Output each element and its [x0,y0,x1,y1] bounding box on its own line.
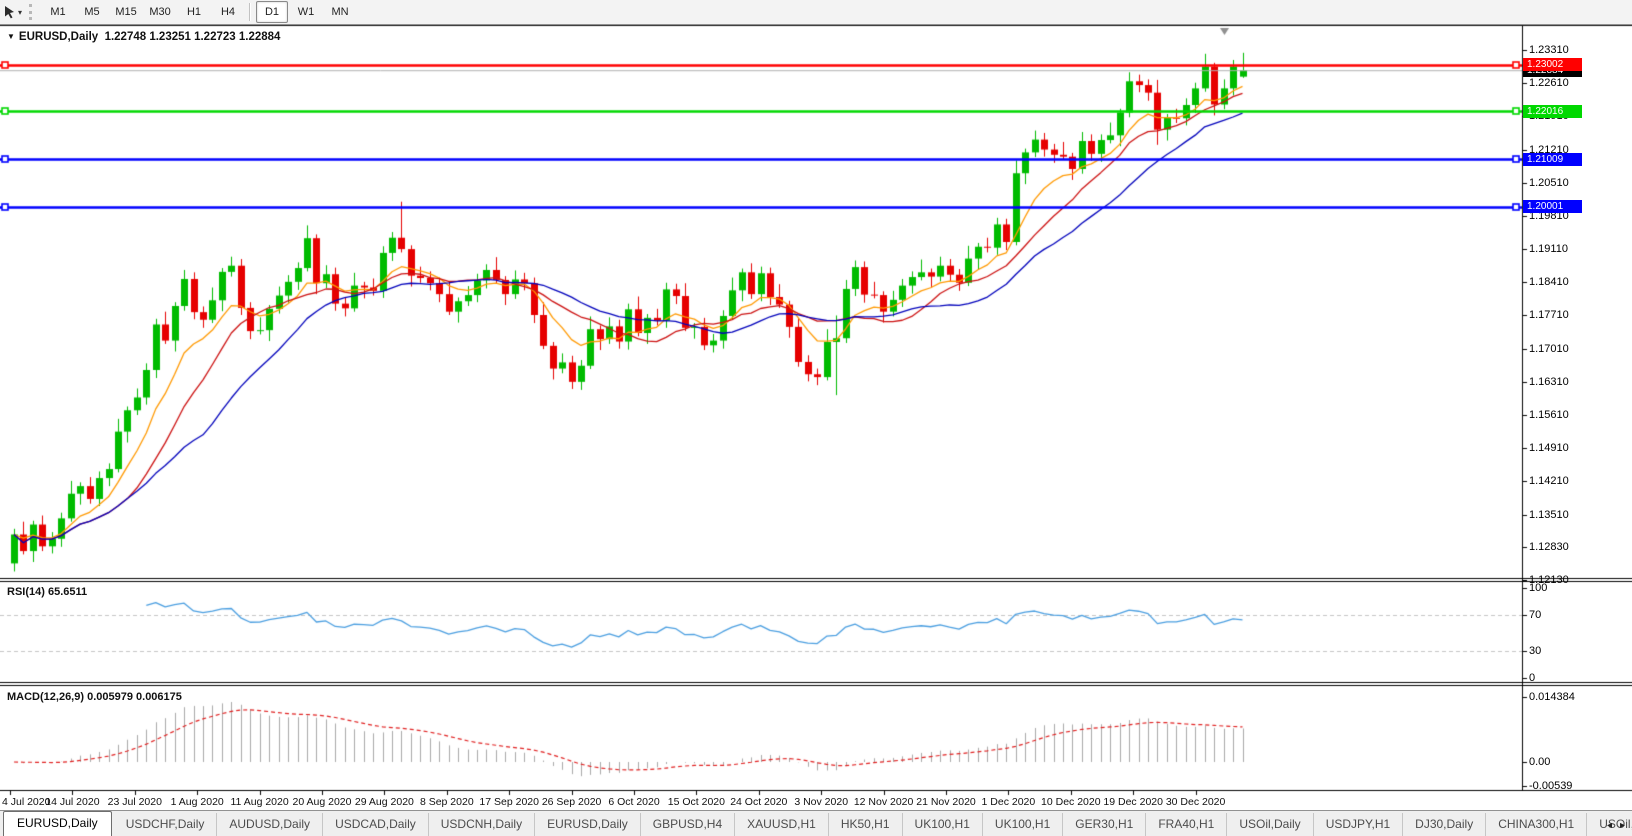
timeframe-button-m30[interactable]: M30 [144,1,176,23]
date-axis-label: 1 Aug 2020 [171,796,224,808]
date-axis-label: 30 Dec 2020 [1166,796,1226,808]
date-axis-label: 11 Aug 2020 [230,796,288,808]
chart-canvas[interactable] [0,0,1632,836]
price-axis-label: 1.19110 [1529,244,1568,255]
date-axis: 4 Jul 202014 Jul 2020 23 Jul 2020 1 Aug 20… [0,791,1522,810]
date-axis-label: 6 Oct 2020 [608,796,659,808]
chart-tab-audusd-daily[interactable]: AUDUSD,Daily [217,813,323,836]
hline-price-badge: 1.23002 [1523,58,1582,71]
chart-tab-china300-h1[interactable]: CHINA300,H1 [1486,813,1587,836]
chart-tab-eurusd-daily[interactable]: EURUSD,Daily [3,811,112,836]
date-axis-label: 8 Sep 2020 [420,796,474,808]
date-axis-label: 26 Sep 2020 [542,796,602,808]
date-axis-label: 4 Jul 2020 [2,796,50,808]
timeframe-buttons: M1M5M15M30H1H4 D1W1MN [41,1,357,23]
date-axis-label: 19 Dec 2020 [1103,796,1163,808]
chart-tab-usdcad-daily[interactable]: USDCAD,Daily [323,813,429,836]
chart-tab-usdjpy-h1[interactable]: USDJPY,H1 [1314,813,1403,836]
chart-title: ▼ EURUSD,Daily 1.22748 1.23251 1.22723 1.… [7,31,280,43]
chart-tab-fra40-h1[interactable]: FRA40,H1 [1146,813,1227,836]
timeframe-button-mn[interactable]: MN [324,1,356,23]
cursor-tool-button[interactable]: ▾ [0,0,25,24]
date-axis-label: 23 Jul 2020 [108,796,162,808]
date-axis-label: 21 Nov 2020 [916,796,976,808]
price-axis-label: 1.17010 [1529,344,1569,355]
chart-tab-usdcnh-daily[interactable]: USDCNH,Daily [429,813,535,836]
rsi-label: RSI(14) 65.6511 [7,586,87,598]
price-axis-label: 1.23310 [1529,45,1569,56]
timeframe-button-m1[interactable]: M1 [42,1,74,23]
tab-scroll-nav: ◂▸ [1603,820,1629,831]
chart-tab-uk100-h1[interactable]: UK100,H1 [983,813,1063,836]
price-axis-label: 1.14210 [1529,476,1569,487]
macd-axis-label: 0.00 [1529,757,1550,768]
toolbar-separator [249,3,251,21]
date-axis-label: 1 Dec 2020 [982,796,1036,808]
rsi-axis-label: 30 [1529,646,1541,657]
chart-tab-bar: EURUSD,DailyUSDCHF,DailyAUDUSD,DailyUSDC… [0,810,1632,836]
price-axis-label: 1.15610 [1529,410,1569,421]
price-axis-label: 1.20510 [1529,178,1569,189]
timeframe-toolbar: ▾ M1M5M15M30H1H4 D1W1MN [0,0,1632,25]
date-axis-label: 20 Aug 2020 [293,796,352,808]
price-axis-label: 1.18410 [1529,277,1569,288]
chart-tab-hk50-h1[interactable]: HK50,H1 [829,813,903,836]
timeframe-button-w1[interactable]: W1 [290,1,322,23]
chart-tab-eurusd-daily[interactable]: EURUSD,Daily [535,813,641,836]
mt4-window: ▾ M1M5M15M30H1H4 D1W1MN ▼ EURUSD,Daily 1.2… [0,0,1632,836]
cursor-icon [3,5,16,19]
chart-title-symbol: EURUSD,Daily [19,31,98,43]
chart-tab-uk100-h1[interactable]: UK100,H1 [903,813,983,836]
chart-tab-gbpusd-h4[interactable]: GBPUSD,H4 [641,813,735,836]
date-axis-label: 3 Nov 2020 [794,796,848,808]
rsi-axis-label: 70 [1529,610,1541,621]
tab-scroll-left-icon[interactable]: ◂ [1603,820,1616,831]
date-axis-label: 17 Sep 2020 [479,796,539,808]
chart-tab-usoil-daily[interactable]: USOil,Daily [1227,813,1313,836]
price-axis-label: 1.13510 [1529,510,1569,521]
chevron-down-icon: ▾ [18,8,22,17]
timeframe-button-h4[interactable]: H4 [212,1,244,23]
hline-price-badge: 1.20001 [1523,200,1582,213]
timeframe-button-d1[interactable]: D1 [256,1,288,23]
timeframe-button-h1[interactable]: H1 [178,1,210,23]
date-axis-label: 29 Aug 2020 [355,796,414,808]
symbol-dropdown-icon: ▼ [7,32,15,41]
date-axis-label: 10 Dec 2020 [1041,796,1101,808]
price-axis-label: 1.16310 [1529,377,1569,388]
rsi-axis-label: 100 [1529,583,1547,594]
price-axis-label: 1.22610 [1529,78,1569,89]
price-axis-label: 1.12830 [1529,542,1569,553]
chart-tab-ger30-h1[interactable]: GER30,H1 [1063,813,1146,836]
macd-axis-label: 0.014384 [1529,692,1575,703]
timeframe-button-m5[interactable]: M5 [76,1,108,23]
date-axis-label: 14 Jul 2020 [45,796,99,808]
chart-tab-dj30-daily[interactable]: DJ30,Daily [1403,813,1486,836]
chart-title-ohlc: 1.22748 1.23251 1.22723 1.22884 [105,31,281,43]
date-axis-label: 12 Nov 2020 [854,796,914,808]
toolbar-grip[interactable] [29,4,35,20]
tab-scroll-right-icon[interactable]: ▸ [1616,820,1629,831]
chart-tab-usdchf-daily[interactable]: USDCHF,Daily [114,813,218,836]
macd-axis-label: -0.00539 [1529,781,1572,792]
rsi-axis-label: 0 [1529,673,1535,684]
price-axis-label: 1.14910 [1529,443,1569,454]
date-axis-label: 24 Oct 2020 [730,796,787,808]
price-axis-label: 1.17710 [1529,310,1569,321]
hline-price-badge: 1.22016 [1523,105,1582,118]
timeframe-button-m15[interactable]: M15 [110,1,142,23]
date-axis-label: 15 Oct 2020 [668,796,725,808]
macd-label: MACD(12,26,9) 0.005979 0.006175 [7,691,182,703]
chart-tab-xauusd-h1[interactable]: XAUUSD,H1 [735,813,829,836]
hline-price-badge: 1.21009 [1523,153,1582,166]
